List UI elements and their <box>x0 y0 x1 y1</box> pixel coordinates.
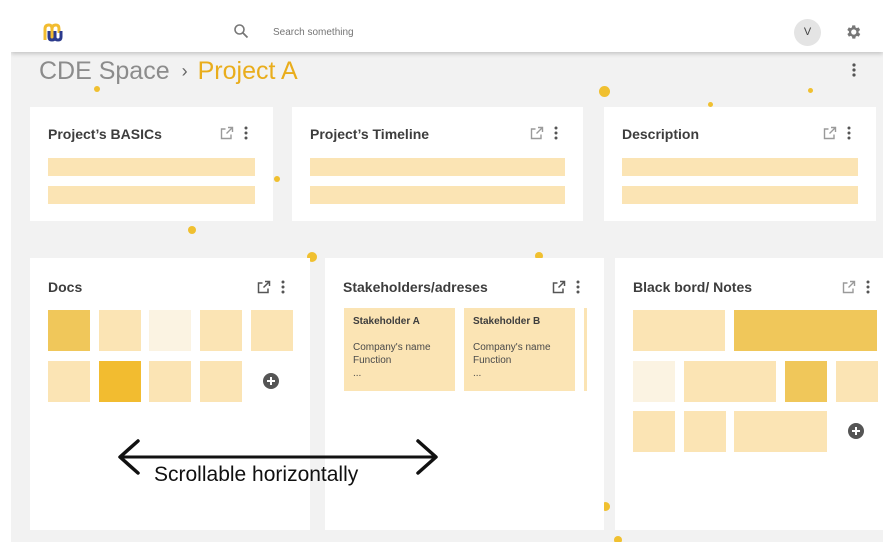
note-tile[interactable] <box>734 411 827 452</box>
more-options-icon[interactable] <box>549 126 563 140</box>
note-tile[interactable] <box>785 361 827 402</box>
card-title: Docs <box>48 279 83 295</box>
user-avatar[interactable]: V <box>794 19 821 46</box>
stakeholder-company: Company's name <box>473 342 551 353</box>
open-external-icon[interactable] <box>552 280 566 294</box>
search-input[interactable] <box>273 22 573 42</box>
decor-dot <box>614 536 622 542</box>
breadcrumb-current: Project A <box>197 56 298 85</box>
note-tile[interactable] <box>684 411 726 452</box>
card-project-basics: Project’s BASICs <box>30 107 273 221</box>
card-title: Project’s BASICs <box>48 126 162 142</box>
stakeholder-card-partial[interactable] <box>584 308 587 391</box>
card-title: Stakeholders/adreses <box>343 279 488 295</box>
stakeholder-function: Function <box>473 355 512 366</box>
breadcrumb: CDE Space › Project A <box>39 55 298 87</box>
app-logo-icon[interactable] <box>43 22 65 42</box>
decor-dot <box>599 86 610 97</box>
note-tile[interactable] <box>633 310 725 351</box>
card-title: Black bord/ Notes <box>633 279 753 295</box>
stakeholder-company: Company's name <box>353 342 431 353</box>
card-project-timeline: Project’s Timeline <box>292 107 583 221</box>
note-tile[interactable] <box>633 411 675 452</box>
stakeholder-card[interactable]: Stakeholder B Company's name Function ..… <box>464 308 575 391</box>
gear-icon[interactable] <box>844 23 862 41</box>
stakeholder-function: Function <box>353 355 392 366</box>
app-stage: V CDE Space › Project A Project’s BASICs… <box>11 12 883 542</box>
stakeholder-more: ... <box>473 368 482 379</box>
card-title: Project’s Timeline <box>310 126 430 142</box>
stakeholder-card[interactable]: Stakeholder A Company's name Function ..… <box>344 308 455 391</box>
stakeholder-name: Stakeholder A <box>353 316 420 327</box>
open-external-icon[interactable] <box>257 280 271 294</box>
decor-dot <box>188 226 196 234</box>
note-tile[interactable] <box>836 361 878 402</box>
open-external-icon[interactable] <box>842 280 856 294</box>
placeholder-bar <box>622 158 858 176</box>
doc-tile[interactable] <box>200 310 242 351</box>
doc-tile[interactable] <box>99 310 141 351</box>
doc-tile[interactable] <box>48 361 90 402</box>
more-options-icon[interactable] <box>239 126 253 140</box>
open-external-icon[interactable] <box>823 126 837 140</box>
top-bar: V <box>11 12 883 52</box>
placeholder-bar <box>48 186 255 204</box>
doc-tile[interactable] <box>251 310 293 351</box>
note-tile[interactable] <box>684 361 776 402</box>
more-options-icon[interactable] <box>571 280 585 294</box>
card-stakeholders: Stakeholders/adreses Stakeholder A Compa… <box>325 258 604 530</box>
note-tile[interactable] <box>633 361 675 402</box>
card-docs: Docs <box>30 258 310 530</box>
breadcrumb-root[interactable]: CDE Space <box>39 57 170 86</box>
card-description: Description <box>604 107 876 221</box>
doc-tile[interactable] <box>200 361 242 402</box>
decor-dot <box>274 176 280 182</box>
placeholder-bar <box>48 158 255 176</box>
doc-tile[interactable] <box>99 361 141 402</box>
more-options-icon[interactable] <box>842 126 856 140</box>
add-note-button[interactable] <box>848 423 864 439</box>
note-tile[interactable] <box>734 310 877 351</box>
doc-tile[interactable] <box>149 361 191 402</box>
placeholder-bar <box>622 186 858 204</box>
add-doc-button[interactable] <box>263 373 279 389</box>
open-external-icon[interactable] <box>220 126 234 140</box>
open-external-icon[interactable] <box>530 126 544 140</box>
card-notes: Black bord/ Notes <box>615 258 883 530</box>
more-options-icon[interactable] <box>861 280 875 294</box>
stakeholder-more: ... <box>353 368 362 379</box>
card-title: Description <box>622 126 700 142</box>
breadcrumb-separator: › <box>181 60 188 81</box>
page-more-icon[interactable] <box>849 62 859 78</box>
placeholder-bar <box>310 186 565 204</box>
scroll-hint-label: Scrollable horizontally <box>154 463 359 486</box>
search-icon[interactable] <box>233 23 249 39</box>
decor-dot <box>808 88 813 93</box>
more-options-icon[interactable] <box>276 280 290 294</box>
stakeholder-name: Stakeholder B <box>473 316 541 327</box>
doc-tile[interactable] <box>48 310 90 351</box>
doc-tile[interactable] <box>149 310 191 351</box>
placeholder-bar <box>310 158 565 176</box>
